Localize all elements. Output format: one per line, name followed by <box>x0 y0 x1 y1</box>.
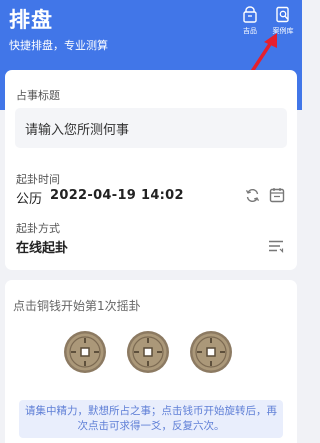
calendar-type[interactable]: 公历 <box>16 188 42 207</box>
coin-2[interactable] <box>126 330 170 378</box>
method-menu-icon[interactable] <box>268 238 284 257</box>
case-library-search-icon <box>275 6 291 23</box>
page-subtitle: 快捷排盘，专业测算 <box>9 39 108 52</box>
page-title: 排盘 <box>9 8 53 32</box>
method-label: 起卦方式 <box>16 222 60 235</box>
method-value[interactable]: 在线起卦 <box>16 237 68 256</box>
instruction-tip: 请集中精力，默想所占之事；点击钱币开始旋转后，再次点击可求得一爻，反复六次。 <box>19 400 283 438</box>
question-input[interactable]: 请输入您所测何事 <box>15 108 287 148</box>
gift-bag-icon <box>242 6 258 23</box>
question-label: 占事标题 <box>16 89 60 102</box>
coin-toss-hint: 点击铜钱开始第1次摇卦 <box>13 299 141 313</box>
calendar-icon[interactable] <box>269 187 285 207</box>
coin-3[interactable] <box>189 330 233 378</box>
datetime-value[interactable]: 2022-04-19 14:02 <box>50 188 184 203</box>
coin-toss-card: 点击铜钱开始第1次摇卦 请集中精力，默想所占之事；点击钱币开始旋转后，再次点击可… <box>5 280 297 443</box>
refresh-icon[interactable] <box>245 188 260 207</box>
divination-form-card: 占事标题 请输入您所测何事 起卦时间 公历 2022-04-19 14:02 起… <box>5 70 297 270</box>
coin-1[interactable] <box>63 330 107 378</box>
time-label: 起卦时间 <box>16 173 60 186</box>
